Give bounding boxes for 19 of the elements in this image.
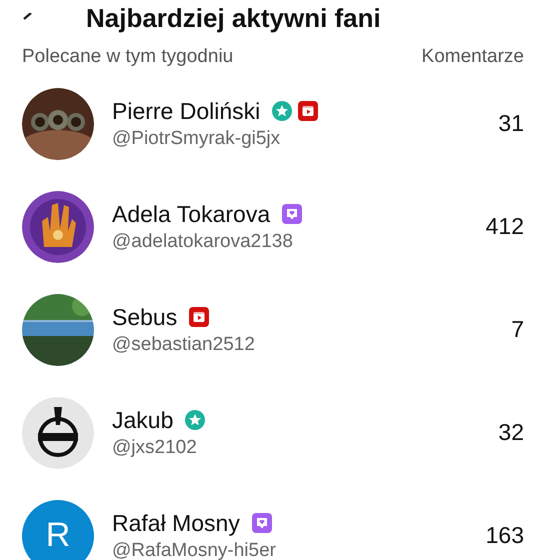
avatar: R <box>22 500 94 560</box>
page-title: Najbardziej aktywni fani <box>86 2 381 34</box>
fan-handle: @adelatokarova2138 <box>112 230 294 252</box>
fan-handle: @RafaMosny-hi5er <box>112 540 277 560</box>
fan-handle: @PiotrSmyrak-gi5jx <box>112 128 282 150</box>
fan-name: Sebus <box>112 304 178 330</box>
section-label: Polecane w tym tygodniu <box>22 46 234 68</box>
fan-name: Adela Tokarova <box>112 200 270 228</box>
comment-count: 31 <box>498 110 524 137</box>
comment-count: 163 <box>486 522 524 549</box>
fan-name: Pierre Doliński <box>112 98 260 124</box>
column-label: Komentarze <box>422 46 524 68</box>
comment-count: 412 <box>486 213 524 240</box>
fan-name: Jakub <box>112 406 174 434</box>
fan-handle: @sebastian2512 <box>112 334 256 356</box>
fan-handle: @jxs2102 <box>112 436 198 458</box>
comment-count: 32 <box>498 419 524 446</box>
fan-name: Rafał Mosny <box>112 510 240 536</box>
comment-count: 7 <box>511 316 524 343</box>
